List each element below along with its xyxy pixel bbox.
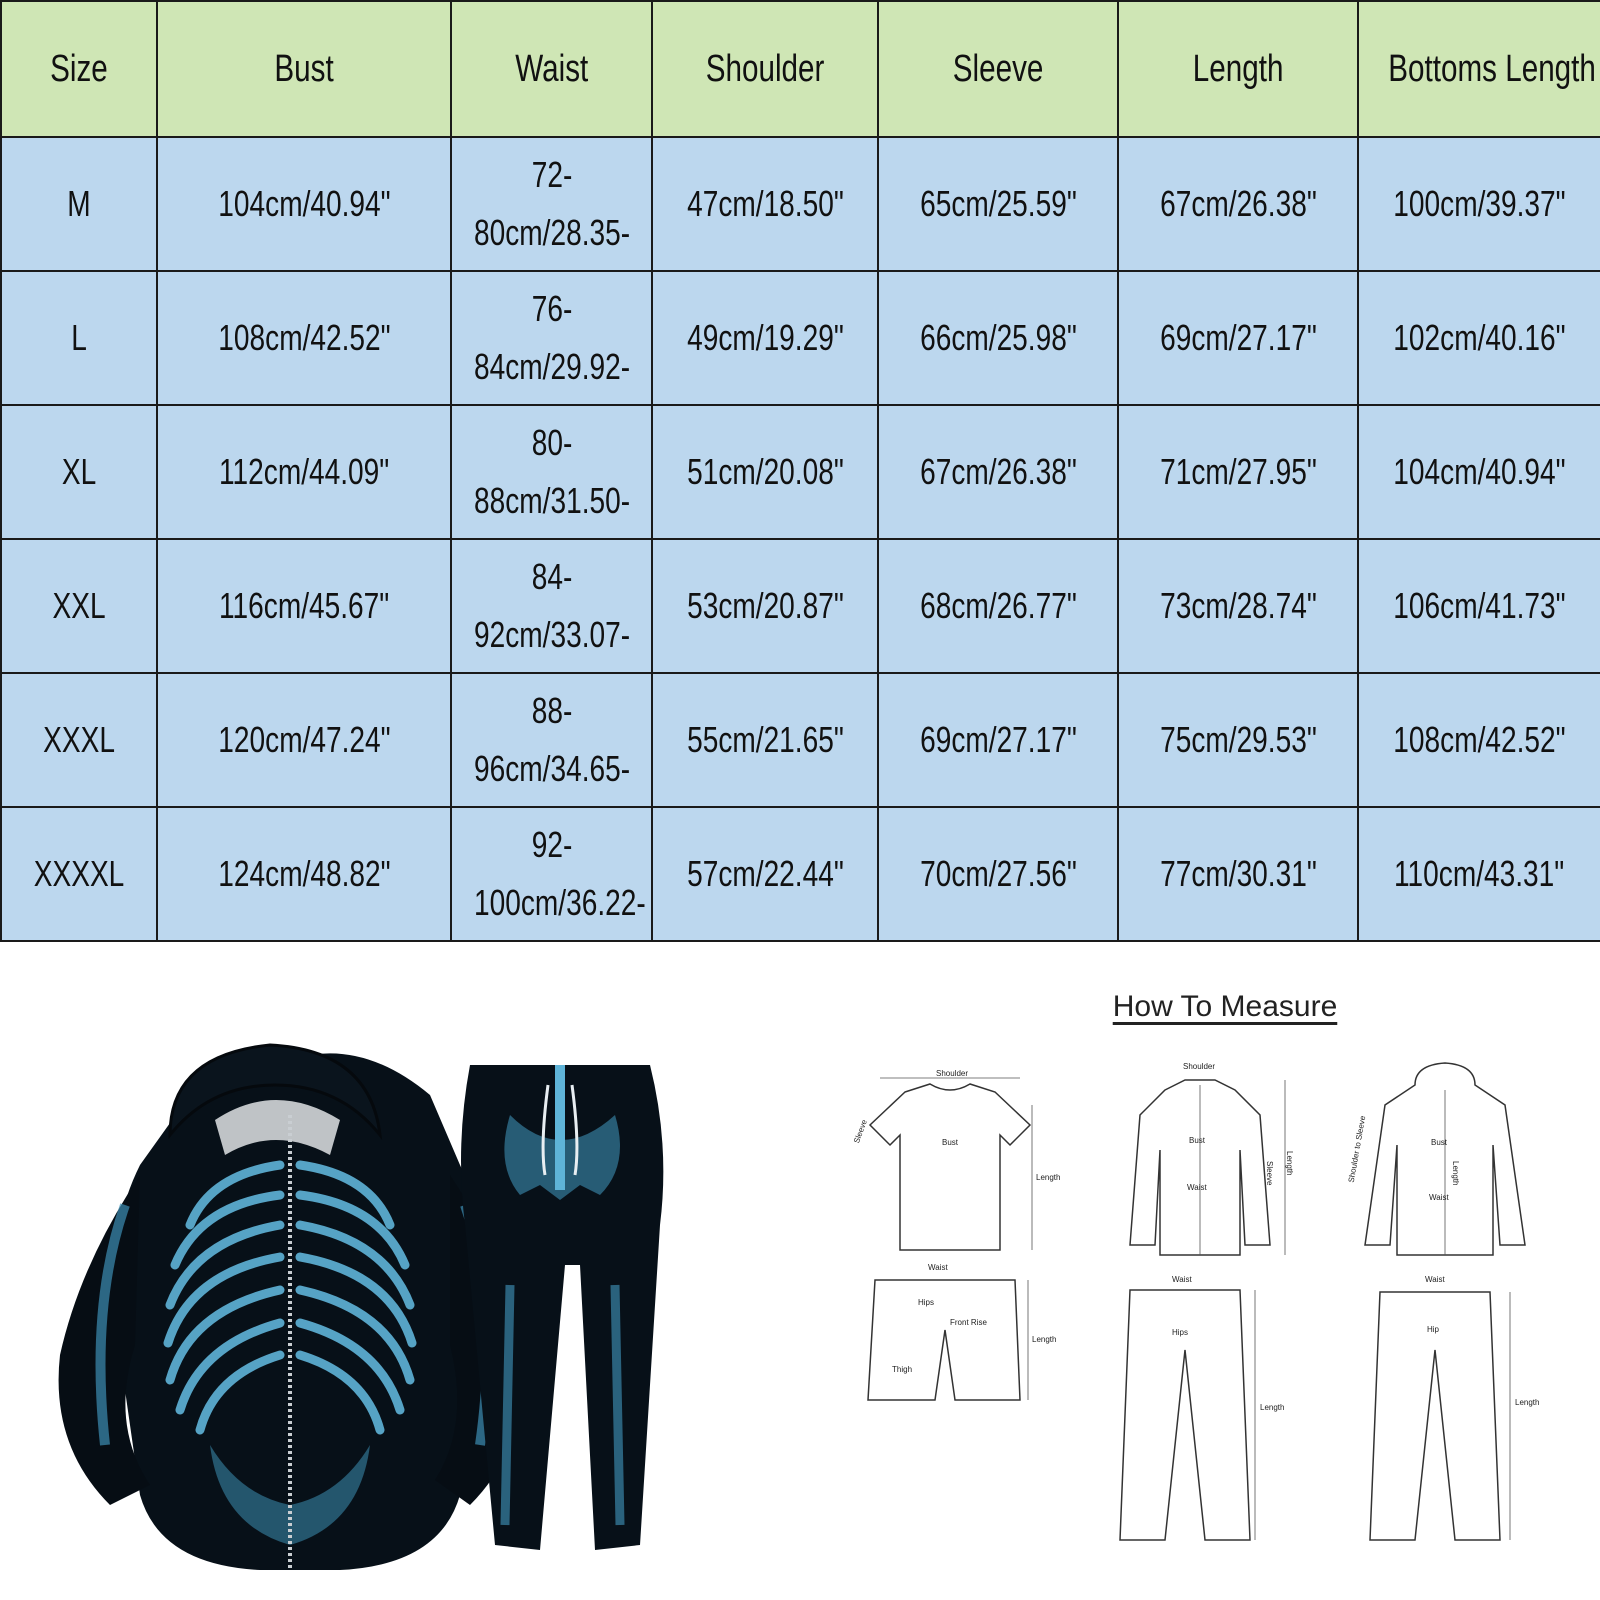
bottoms-length-cell: 110cm/43.31" <box>1357 806 1600 942</box>
sleeve-label: Sleeve <box>852 1118 869 1145</box>
sleeve-cell: 66cm/25.98" <box>877 270 1119 406</box>
hips-label: Hips <box>1172 1328 1188 1337</box>
shoulder-cell: 55cm/21.65" <box>651 672 879 808</box>
bust-label: Bust <box>1431 1138 1448 1147</box>
length-cell: 71cm/27.95" <box>1117 404 1359 540</box>
bottoms-length-cell: 102cm/40.16" <box>1357 270 1600 406</box>
table-row: M 104cm/40.94" 72-80cm/28.35- 47cm/18.50… <box>0 136 1600 272</box>
waist-label: Waist <box>1425 1275 1445 1284</box>
hoodie-diagram: Bust Waist Length Shoulder to Sleeve <box>1345 1055 1545 1265</box>
shoulder-cell: 57cm/22.44" <box>651 806 879 942</box>
shoulder-cell: 47cm/18.50" <box>651 136 879 272</box>
size-cell: XXL <box>0 538 158 674</box>
illustration-area: How To Measure Shoulder Bust Length Slee… <box>0 955 1600 1600</box>
shoulder-cell: 51cm/20.08" <box>651 404 879 540</box>
length-label: Length <box>1036 1173 1060 1182</box>
table-row: XL 112cm/44.09" 80-88cm/31.50- 51cm/20.0… <box>0 404 1600 540</box>
length-cell: 69cm/27.17" <box>1117 270 1359 406</box>
table-header-row: Size Bust Waist Shoulder Sleeve Length B… <box>0 0 1600 138</box>
sleeve-cell: 69cm/27.17" <box>877 672 1119 808</box>
size-cell: L <box>0 270 158 406</box>
bust-cell: 108cm/42.52" <box>156 270 452 406</box>
bottoms-length-cell: 100cm/39.37" <box>1357 136 1600 272</box>
bust-cell: 120cm/47.24" <box>156 672 452 808</box>
waist-label: Waist <box>928 1263 948 1272</box>
size-cell: XXXL <box>0 672 158 808</box>
how-to-measure-title: How To Measure <box>1112 990 1338 1023</box>
header-bottoms-length: Bottoms Length <box>1357 0 1600 138</box>
table-row: XXXXL 124cm/48.82" 92-100cm/36.22- 57cm/… <box>0 806 1600 942</box>
header-bust: Bust <box>156 0 452 138</box>
bust-cell: 112cm/44.09" <box>156 404 452 540</box>
length-cell: 67cm/26.38" <box>1117 136 1359 272</box>
sleeve-cell: 67cm/26.38" <box>877 404 1119 540</box>
waist-cell: 84-92cm/33.07- <box>450 538 653 674</box>
table-row: L 108cm/42.52" 76-84cm/29.92- 49cm/19.29… <box>0 270 1600 406</box>
shoulder-cell: 53cm/20.87" <box>651 538 879 674</box>
tshirt-diagram: Shoulder Bust Length Sleeve <box>850 1070 1060 1255</box>
shirt-diagram: Shoulder Bust Waist Sleeve Length <box>1095 1055 1305 1265</box>
how-to-measure-panel: How To Measure Shoulder Bust Length Slee… <box>840 955 1600 1600</box>
bust-label: Bust <box>1189 1136 1206 1145</box>
bottoms-length-cell: 106cm/41.73" <box>1357 538 1600 674</box>
bust-label: Bust <box>942 1138 959 1147</box>
waist-cell: 72-80cm/28.35- <box>450 136 653 272</box>
waist-cell: 80-88cm/31.50- <box>450 404 653 540</box>
size-chart-table: Size Bust Waist Shoulder Sleeve Length B… <box>0 0 1600 942</box>
shorts-diagram: Waist Hips Front Rise Thigh Length <box>860 1260 1060 1410</box>
bust-cell: 124cm/48.82" <box>156 806 452 942</box>
shoulder-label: Shoulder <box>1183 1062 1215 1071</box>
hip-label: Hip <box>1427 1325 1440 1334</box>
trousers-diagram: Waist Hips Length <box>1110 1270 1300 1550</box>
size-cell: XXXXL <box>0 806 158 942</box>
waist-label: Waist <box>1429 1193 1449 1202</box>
size-cell: M <box>0 136 158 272</box>
skeleton-print-tracksuit-image <box>40 1025 700 1585</box>
bust-cell: 116cm/45.67" <box>156 538 452 674</box>
length-label: Length <box>1285 1151 1294 1175</box>
waist-cell: 76-84cm/29.92- <box>450 270 653 406</box>
length-label: Length <box>1451 1161 1460 1185</box>
length-cell: 77cm/30.31" <box>1117 806 1359 942</box>
table-row: XXXL 120cm/47.24" 88-96cm/34.65- 55cm/21… <box>0 672 1600 808</box>
waist-cell: 88-96cm/34.65- <box>450 672 653 808</box>
sleeve-label: Sleeve <box>1265 1161 1274 1186</box>
header-waist: Waist <box>450 0 653 138</box>
shoulder-to-sleeve-label: Shoulder to Sleeve <box>1347 1115 1368 1184</box>
shoulder-label: Shoulder <box>936 1070 968 1078</box>
header-sleeve: Sleeve <box>877 0 1119 138</box>
length-cell: 73cm/28.74" <box>1117 538 1359 674</box>
length-label: Length <box>1515 1398 1539 1407</box>
bust-cell: 104cm/40.94" <box>156 136 452 272</box>
length-cell: 75cm/29.53" <box>1117 672 1359 808</box>
joggers-diagram: Waist Hip Length <box>1365 1270 1555 1550</box>
waist-label: Waist <box>1172 1275 1192 1284</box>
header-size: Size <box>0 0 158 138</box>
waist-cell: 92-100cm/36.22- <box>450 806 653 942</box>
waist-label: Waist <box>1187 1183 1207 1192</box>
front-rise-label: Front Rise <box>950 1318 987 1327</box>
header-length: Length <box>1117 0 1359 138</box>
length-label: Length <box>1032 1335 1056 1344</box>
sleeve-cell: 68cm/26.77" <box>877 538 1119 674</box>
size-cell: XL <box>0 404 158 540</box>
sleeve-cell: 70cm/27.56" <box>877 806 1119 942</box>
hips-label: Hips <box>918 1298 934 1307</box>
header-shoulder: Shoulder <box>651 0 879 138</box>
bottoms-length-cell: 104cm/40.94" <box>1357 404 1600 540</box>
table-row: XXL 116cm/45.67" 84-92cm/33.07- 53cm/20.… <box>0 538 1600 674</box>
length-label: Length <box>1260 1403 1284 1412</box>
bottoms-length-cell: 108cm/42.52" <box>1357 672 1600 808</box>
shoulder-cell: 49cm/19.29" <box>651 270 879 406</box>
thigh-label: Thigh <box>892 1365 912 1374</box>
sleeve-cell: 65cm/25.59" <box>877 136 1119 272</box>
